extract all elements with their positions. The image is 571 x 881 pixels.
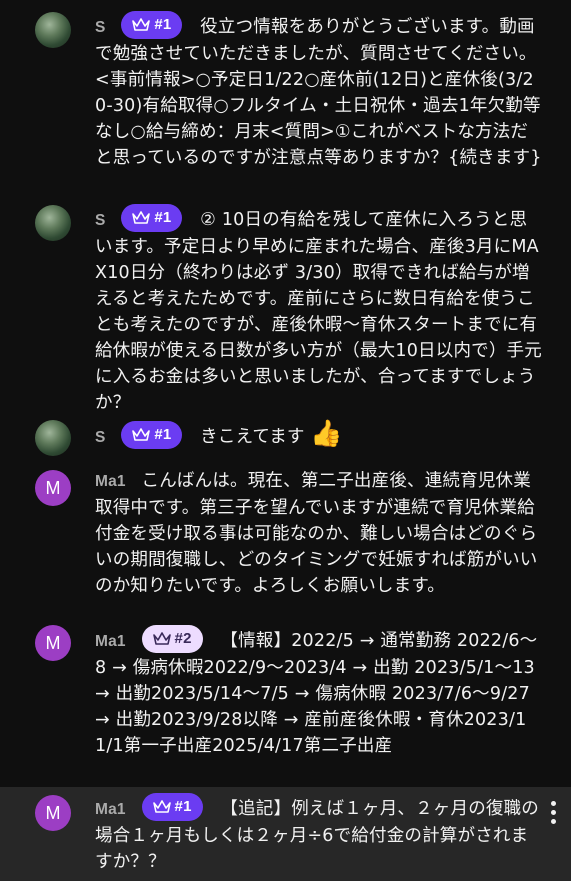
crown-icon [132,428,151,441]
avatar[interactable]: M [35,795,71,831]
crown-icon [132,18,151,31]
member-badge: #1 [121,421,183,449]
chat-message: S #1 きこえてます 👍 [0,415,571,465]
member-badge: #2 [141,625,203,653]
member-badge: #1 [121,11,183,39]
member-badge: #1 [141,793,203,821]
message-text: ② 10日の有給を残して産休に入ろうと思います。予定日より早めに産まれた場合、産… [95,210,542,413]
author-name[interactable]: S [95,429,106,446]
chat-message: S #1 役立つ情報をありがとうございます。動画で勉強させていただきましたが、質… [0,0,571,200]
message-text: 役立つ情報をありがとうございます。動画で勉強させていただきましたが、質問させてく… [95,17,542,168]
badge-label: #2 [174,630,192,647]
author-name[interactable]: Ma1 [95,801,126,818]
author-name[interactable]: Ma1 [95,633,126,650]
chat-message: S #1 ② 10日の有給を残して産休に入ろうと思います。予定日より早めに産まれ… [0,200,571,415]
avatar[interactable] [35,420,71,456]
crown-icon [132,211,151,224]
chat-message: M Ma1 #2 【情報】2022/5 → 通常勤務 2022/6〜8 → 傷病… [0,615,571,787]
thumbs-up-emoji: 👍 [310,419,343,449]
badge-label: #1 [154,16,172,33]
crown-icon [152,800,171,813]
member-badge: #1 [121,204,183,232]
message-text: こんばんは。現在、第二子出産後、連続育児休業取得中です。第三子を望んでいますが連… [95,471,538,596]
author-name[interactable]: Ma1 [95,473,126,490]
chat-message: M Ma1 こんばんは。現在、第二子出産後、連続育児休業取得中です。第三子を望ん… [0,465,571,615]
author-name[interactable]: S [95,212,106,229]
avatar[interactable]: M [35,470,71,506]
avatar[interactable] [35,12,71,48]
badge-label: #1 [154,209,172,226]
chat-message: M Ma1 #1 【追記】例えば１ヶ月、２ヶ月の復職の場合１ヶ月もしくは２ヶ月÷… [0,787,571,881]
crown-icon [152,632,171,645]
badge-label: #1 [174,798,192,815]
more-options-icon[interactable] [551,801,557,824]
message-text: きこえてます [200,427,305,447]
author-name[interactable]: S [95,19,106,36]
avatar[interactable] [35,205,71,241]
badge-label: #1 [154,426,172,443]
avatar[interactable]: M [35,625,71,661]
